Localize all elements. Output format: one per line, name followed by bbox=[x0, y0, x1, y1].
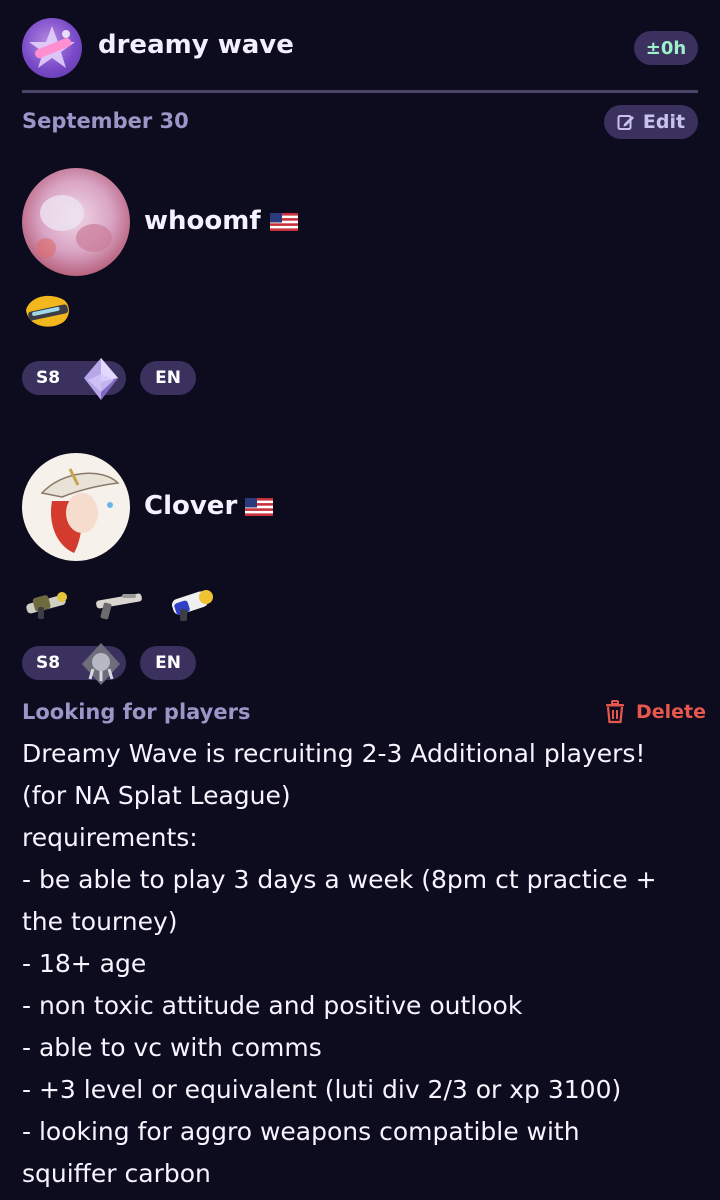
us-flag-icon bbox=[270, 213, 298, 231]
blaster-icon bbox=[171, 590, 213, 621]
splat-roller-icon bbox=[26, 295, 69, 327]
post-line: - able to vc with comms bbox=[22, 1033, 322, 1062]
post-line: - be able to play 3 days a week (8pm ct … bbox=[22, 865, 657, 894]
rank-emblem-icon bbox=[82, 643, 120, 685]
language-label: EN bbox=[155, 653, 181, 673]
post-line: - +3 level or equivalent (luti div 2/3 o… bbox=[22, 1075, 622, 1104]
post-date: September 30 bbox=[22, 109, 189, 133]
post-line: requirements: bbox=[22, 823, 198, 852]
edit-button[interactable]: Edit bbox=[604, 105, 698, 139]
post-line: Dreamy Wave is recruiting 2-3 Additional… bbox=[22, 739, 646, 768]
season-label: S8 bbox=[36, 368, 61, 388]
avatar-image bbox=[22, 168, 130, 276]
timezone-badge: ±0h bbox=[634, 31, 698, 65]
diamond-rank-icon bbox=[84, 358, 118, 400]
edit-label: Edit bbox=[642, 111, 686, 133]
post-line: (for NA Splat League) bbox=[22, 781, 291, 810]
post-body: Dreamy Wave is recruiting 2-3 Additional… bbox=[22, 733, 712, 1195]
player-avatar-whoomf[interactable] bbox=[22, 168, 130, 276]
charger-icon bbox=[96, 593, 142, 620]
team-header: dreamy wave ±0h bbox=[0, 0, 720, 92]
post-line: - non toxic attitude and positive outloo… bbox=[22, 991, 523, 1020]
delete-label: Delete bbox=[636, 701, 707, 723]
post-line: - looking for aggro weapons compatible w… bbox=[22, 1117, 580, 1146]
avatar-image bbox=[22, 453, 130, 561]
post-type-label: Looking for players bbox=[22, 700, 251, 724]
player-name[interactable]: Clover bbox=[144, 491, 237, 521]
team-logo[interactable] bbox=[22, 18, 82, 78]
player-name[interactable]: whoomf bbox=[144, 206, 261, 236]
season-label: S8 bbox=[36, 653, 61, 673]
language-badge: EN bbox=[140, 361, 196, 395]
post-line: squiffer carbon bbox=[22, 1159, 211, 1188]
delete-button[interactable]: Delete bbox=[604, 700, 706, 724]
language-badge: EN bbox=[140, 646, 196, 680]
trash-icon bbox=[606, 700, 624, 724]
team-name: dreamy wave bbox=[98, 30, 294, 60]
player-avatar-clover[interactable] bbox=[22, 453, 130, 561]
post-line: the tourney) bbox=[22, 907, 178, 936]
us-flag-icon bbox=[245, 498, 273, 516]
language-label: EN bbox=[155, 368, 181, 388]
edit-icon bbox=[617, 115, 634, 130]
splattershot-icon bbox=[26, 592, 67, 619]
dreamy-wave-logo-icon bbox=[29, 26, 75, 68]
post-line: - 18+ age bbox=[22, 949, 147, 978]
header-divider bbox=[22, 90, 698, 93]
